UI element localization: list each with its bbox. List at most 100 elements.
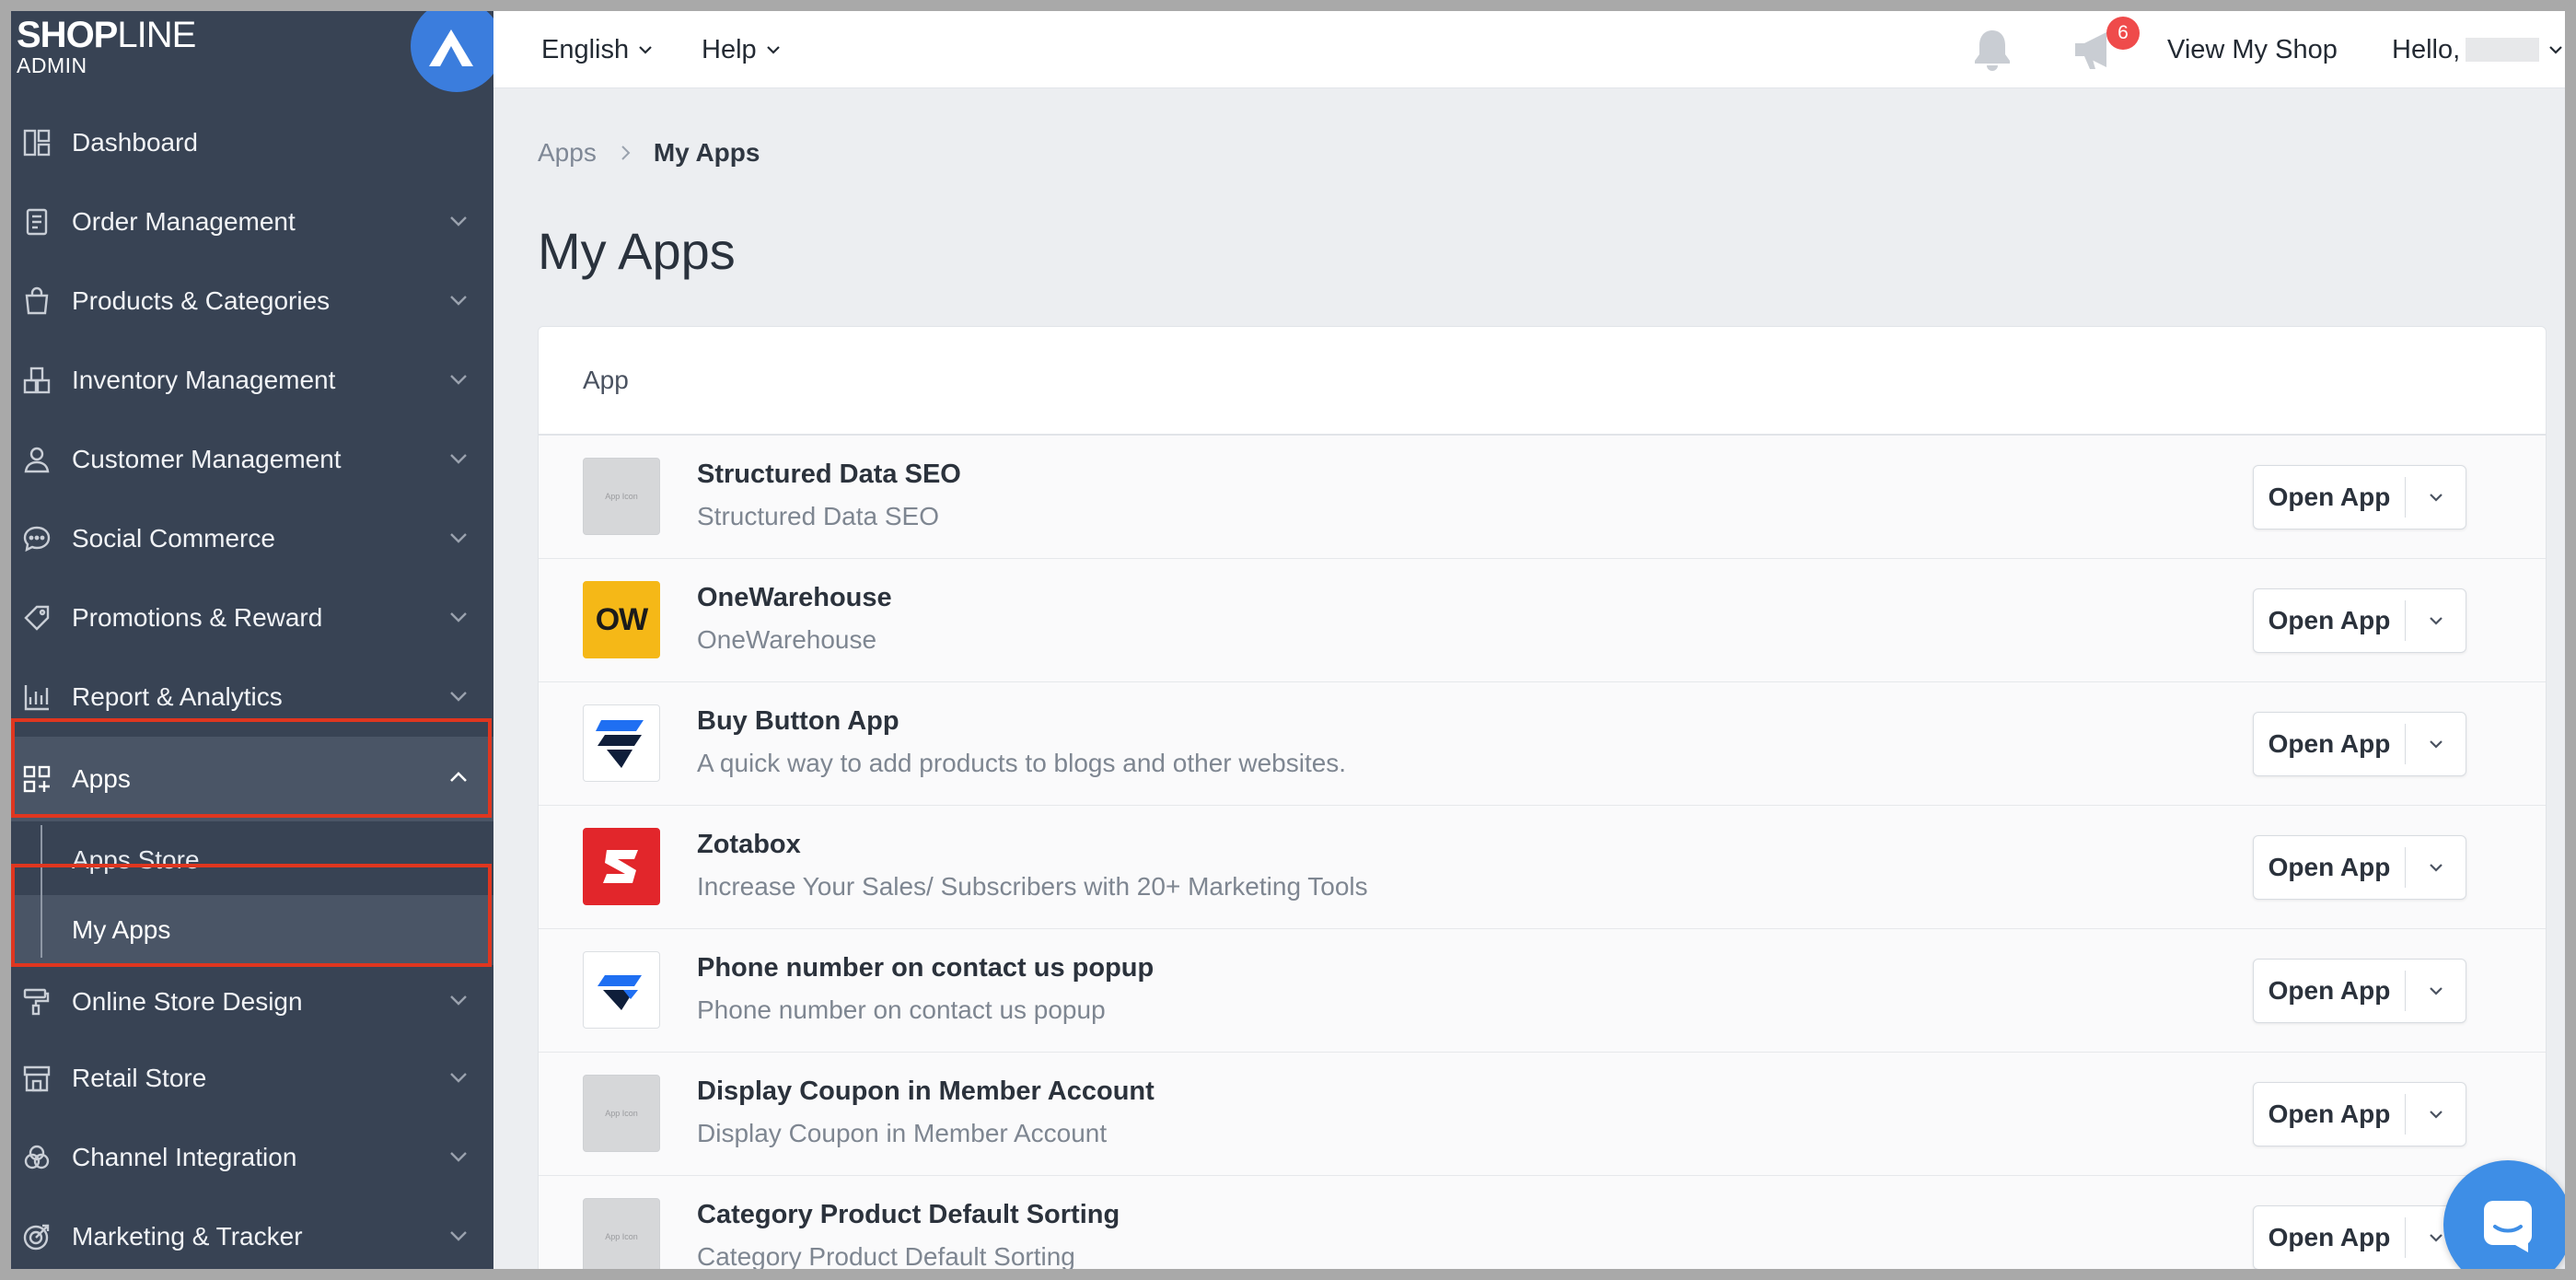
app-description: Display Coupon in Member Account bbox=[697, 1119, 1108, 1147]
app-description: Structured Data SEO bbox=[697, 502, 940, 530]
chevron-down-icon bbox=[2549, 46, 2562, 54]
chevron-down-icon bbox=[447, 1146, 470, 1172]
help-label: Help bbox=[702, 34, 757, 64]
app-name: Display Coupon in Member Account bbox=[697, 1076, 1155, 1106]
account-menu[interactable]: Hello, bbox=[2392, 11, 2565, 88]
app-description: Increase Your Sales/ Subscribers with 20… bbox=[697, 872, 1368, 901]
order-icon bbox=[20, 205, 53, 239]
chevron-down-icon bbox=[2429, 987, 2443, 995]
table-row: App Icon Structured Data SEO Structured … bbox=[539, 436, 2546, 559]
sidebar-item-promotions-reward[interactable]: Promotions & Reward bbox=[11, 578, 493, 657]
sidebar-item-label: Apps bbox=[72, 764, 131, 793]
chevron-down-icon bbox=[447, 606, 470, 633]
sidebar-nav: Dashboard Order Management Products & Ca… bbox=[11, 103, 493, 1269]
language-selector[interactable]: English bbox=[541, 11, 655, 88]
app-options-dropdown[interactable] bbox=[2406, 857, 2466, 878]
subnav-item-my-apps[interactable]: My Apps bbox=[11, 895, 493, 965]
open-app-button[interactable]: Open App bbox=[2254, 1100, 2405, 1129]
sidebar-item-inventory-management[interactable]: Inventory Management bbox=[11, 341, 493, 420]
sidebar-item-marketing-tracker[interactable]: Marketing & Tracker bbox=[11, 1197, 493, 1269]
chat-icon bbox=[20, 522, 53, 555]
app-placeholder-icon: App Icon bbox=[583, 1198, 660, 1269]
sidebar-item-retail-store[interactable]: Retail Store bbox=[11, 1039, 493, 1118]
apps-table: App App Icon Structured Data SEO Structu… bbox=[538, 326, 2547, 1269]
app-options-dropdown[interactable] bbox=[2406, 981, 2466, 1001]
sidebar-item-channel-integration[interactable]: Channel Integration bbox=[11, 1118, 493, 1197]
table-row: Phone number on contact us popup Phone n… bbox=[539, 929, 2546, 1053]
sidebar-item-label: Marketing & Tracker bbox=[72, 1222, 303, 1251]
phone-popup-logo-icon bbox=[583, 951, 660, 1029]
shopline-logo[interactable]: SHOPLINE ADMIN bbox=[17, 15, 196, 90]
subnav-item-apps-store[interactable]: Apps Store bbox=[11, 825, 493, 895]
bell-icon bbox=[1975, 30, 2010, 71]
sidebar-item-order-management[interactable]: Order Management bbox=[11, 182, 493, 262]
sidebar-item-online-store-design[interactable]: Online Store Design bbox=[11, 965, 493, 1039]
chevron-down-icon bbox=[2429, 1234, 2443, 1242]
chevron-right-icon bbox=[617, 144, 633, 162]
sidebar-item-dashboard[interactable]: Dashboard bbox=[11, 103, 493, 182]
app-placeholder-icon: App Icon bbox=[583, 1075, 660, 1152]
open-app-button[interactable]: Open App bbox=[2254, 606, 2405, 635]
chevron-down-icon bbox=[2429, 864, 2443, 872]
sidebar-item-label: Products & Categories bbox=[72, 286, 331, 315]
open-app-button[interactable]: Open App bbox=[2254, 729, 2405, 759]
paint-roller-icon bbox=[20, 985, 53, 1018]
open-app-button-group: Open App bbox=[2253, 1082, 2466, 1146]
app-placeholder-icon: App Icon bbox=[583, 458, 660, 535]
page-title: My Apps bbox=[538, 222, 736, 280]
topbar: English Help 6 View My Shop Hello, bbox=[493, 11, 2565, 88]
app-name: Category Product Default Sorting bbox=[697, 1200, 1120, 1229]
app-options-dropdown[interactable] bbox=[2406, 487, 2466, 507]
sidebar-item-social-commerce[interactable]: Social Commerce bbox=[11, 499, 493, 578]
sidebar-item-customer-management[interactable]: Customer Management bbox=[11, 420, 493, 499]
sidebar-item-label: Online Store Design bbox=[72, 987, 303, 1016]
sidebar-item-report-analytics[interactable]: Report & Analytics bbox=[11, 657, 493, 737]
chevron-down-icon bbox=[2429, 740, 2443, 749]
chevron-down-icon bbox=[2429, 1111, 2443, 1119]
sidebar: SHOPLINE ADMIN Dashboard Order Managemen… bbox=[11, 11, 493, 1269]
view-my-shop-link[interactable]: View My Shop bbox=[2167, 11, 2338, 88]
logo-brand-light: LINE bbox=[117, 15, 196, 55]
open-app-button[interactable]: Open App bbox=[2254, 853, 2405, 882]
chevron-down-icon bbox=[447, 989, 470, 1016]
language-label: English bbox=[541, 34, 630, 64]
app-options-dropdown[interactable] bbox=[2406, 734, 2466, 754]
chevron-down-icon bbox=[2429, 617, 2443, 625]
open-app-button[interactable]: Open App bbox=[2254, 1223, 2405, 1252]
chat-bubble-icon bbox=[2484, 1201, 2532, 1252]
sidebar-item-products-categories[interactable]: Products & Categories bbox=[11, 262, 493, 341]
view-my-shop-label: View My Shop bbox=[2167, 34, 2338, 64]
brand-mark-icon bbox=[411, 11, 493, 92]
target-icon bbox=[20, 1220, 53, 1253]
breadcrumb-apps-link[interactable]: Apps bbox=[538, 138, 597, 168]
open-app-button-group: Open App bbox=[2253, 959, 2466, 1023]
sidebar-item-apps[interactable]: Apps bbox=[11, 737, 493, 821]
store-icon bbox=[20, 1062, 53, 1095]
table-row: App Icon Category Product Default Sortin… bbox=[539, 1176, 2546, 1269]
app-options-dropdown[interactable] bbox=[2406, 1104, 2466, 1124]
app-options-dropdown[interactable] bbox=[2406, 611, 2466, 631]
notification-bell-button[interactable] bbox=[1963, 11, 2014, 88]
help-menu[interactable]: Help bbox=[702, 11, 783, 88]
open-app-button-group: Open App bbox=[2253, 588, 2466, 653]
app-name: OneWarehouse bbox=[697, 583, 892, 612]
open-app-button[interactable]: Open App bbox=[2254, 976, 2405, 1006]
apps-subnav: Apps Store My Apps bbox=[11, 825, 493, 965]
app-description: Category Product Default Sorting bbox=[697, 1242, 1075, 1269]
onewarehouse-logo-icon: OW bbox=[583, 581, 660, 658]
sidebar-item-label: Social Commerce bbox=[72, 524, 275, 553]
dashboard-icon bbox=[20, 126, 53, 159]
sidebar-item-label: Customer Management bbox=[72, 445, 342, 473]
announcements-button[interactable]: 6 bbox=[2064, 11, 2147, 88]
chevron-down-icon bbox=[447, 210, 470, 237]
app-name: Zotabox bbox=[697, 830, 801, 859]
buy-button-logo-icon bbox=[583, 704, 660, 782]
sidebar-item-label: Inventory Management bbox=[72, 366, 336, 394]
open-app-button[interactable]: Open App bbox=[2254, 483, 2405, 512]
logo-sub: ADMIN bbox=[17, 53, 87, 77]
chevron-down-icon bbox=[447, 289, 470, 316]
chevron-down-icon bbox=[447, 368, 470, 395]
chevron-down-icon bbox=[447, 685, 470, 712]
app-description: Phone number on contact us popup bbox=[697, 995, 1106, 1024]
chevron-up-icon bbox=[447, 766, 470, 793]
